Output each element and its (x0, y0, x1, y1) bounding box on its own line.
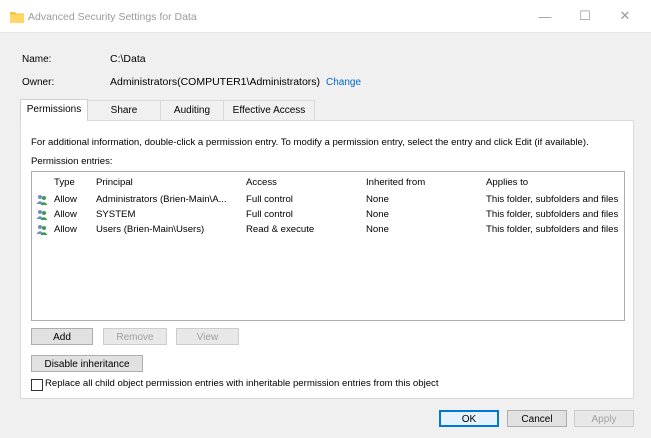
row-type: Allow (54, 209, 77, 220)
users-icon (36, 210, 48, 220)
replace-child-permissions-checkbox[interactable] (31, 379, 43, 391)
disable-inheritance-button[interactable]: Disable inheritance (31, 355, 143, 372)
name-value: C:\Data (110, 53, 146, 65)
ok-button[interactable]: OK (439, 410, 499, 427)
row-type: Allow (54, 224, 77, 235)
row-access: Read & execute (246, 224, 315, 235)
name-label: Name: (22, 54, 52, 65)
close-button[interactable]: ✕ (607, 5, 643, 27)
users-icon (36, 195, 48, 205)
column-header-principal[interactable]: Principal (96, 177, 133, 188)
cancel-button[interactable]: Cancel (507, 410, 567, 427)
tab-effective-access[interactable]: Effective Access (223, 100, 315, 120)
permission-entries-list[interactable]: Type Principal Access Inherited from App… (31, 171, 625, 321)
row-inherited-from: None (366, 194, 389, 205)
row-principal: SYSTEM (96, 209, 136, 220)
list-header: Type Principal Access Inherited from App… (32, 175, 624, 191)
dialog-content: Name: C:\Data Owner: Administrators(COMP… (12, 40, 640, 399)
tab-permissions[interactable]: Permissions (20, 99, 88, 121)
table-row[interactable]: Allow SYSTEM Full control None This fold… (32, 207, 624, 223)
owner-value: Administrators(COMPUTER1\Administrators) (110, 76, 321, 88)
info-text: For additional information, double-click… (31, 137, 589, 148)
folder-icon (10, 12, 24, 23)
row-access: Full control (246, 194, 293, 205)
table-row[interactable]: Allow Users (Brien-Main\Users) Read & ex… (32, 222, 624, 238)
remove-button[interactable]: Remove (103, 328, 167, 345)
window-title: Advanced Security Settings for Data (28, 11, 197, 23)
permission-entries-label: Permission entries: (31, 156, 113, 167)
row-type: Allow (54, 194, 77, 205)
row-inherited-from: None (366, 224, 389, 235)
tab-auditing[interactable]: Auditing (160, 100, 224, 120)
tab-bar: Permissions Share Auditing Effective Acc… (20, 99, 632, 121)
add-button[interactable]: Add (31, 328, 93, 345)
replace-child-permissions-label[interactable]: Replace all child object permission entr… (45, 378, 439, 389)
change-owner-link[interactable]: Change (326, 77, 361, 88)
row-applies-to: This folder, subfolders and files (486, 194, 619, 205)
row-principal: Users (Brien-Main\Users) (96, 224, 205, 235)
view-button[interactable]: View (176, 328, 239, 345)
minimize-button[interactable]: — (527, 5, 563, 27)
column-header-inherited-from[interactable]: Inherited from (366, 177, 425, 188)
row-inherited-from: None (366, 209, 389, 220)
owner-label: Owner: (22, 77, 55, 88)
column-header-type[interactable]: Type (54, 177, 75, 188)
row-access: Full control (246, 209, 293, 220)
row-principal: Administrators (Brien-Main\A... (96, 194, 227, 205)
row-applies-to: This folder, subfolders and files (486, 224, 619, 235)
table-row[interactable]: Allow Administrators (Brien-Main\A... Fu… (32, 192, 624, 208)
users-icon (36, 225, 48, 235)
column-header-applies-to[interactable]: Applies to (486, 177, 528, 188)
title-bar: Advanced Security Settings for Data — ☐ … (0, 0, 651, 33)
apply-button[interactable]: Apply (574, 410, 634, 427)
row-applies-to: This folder, subfolders and files (486, 209, 619, 220)
maximize-button[interactable]: ☐ (567, 5, 603, 27)
tab-share[interactable]: Share (87, 100, 161, 120)
column-header-access[interactable]: Access (246, 177, 277, 188)
permissions-panel: For additional information, double-click… (20, 120, 634, 399)
